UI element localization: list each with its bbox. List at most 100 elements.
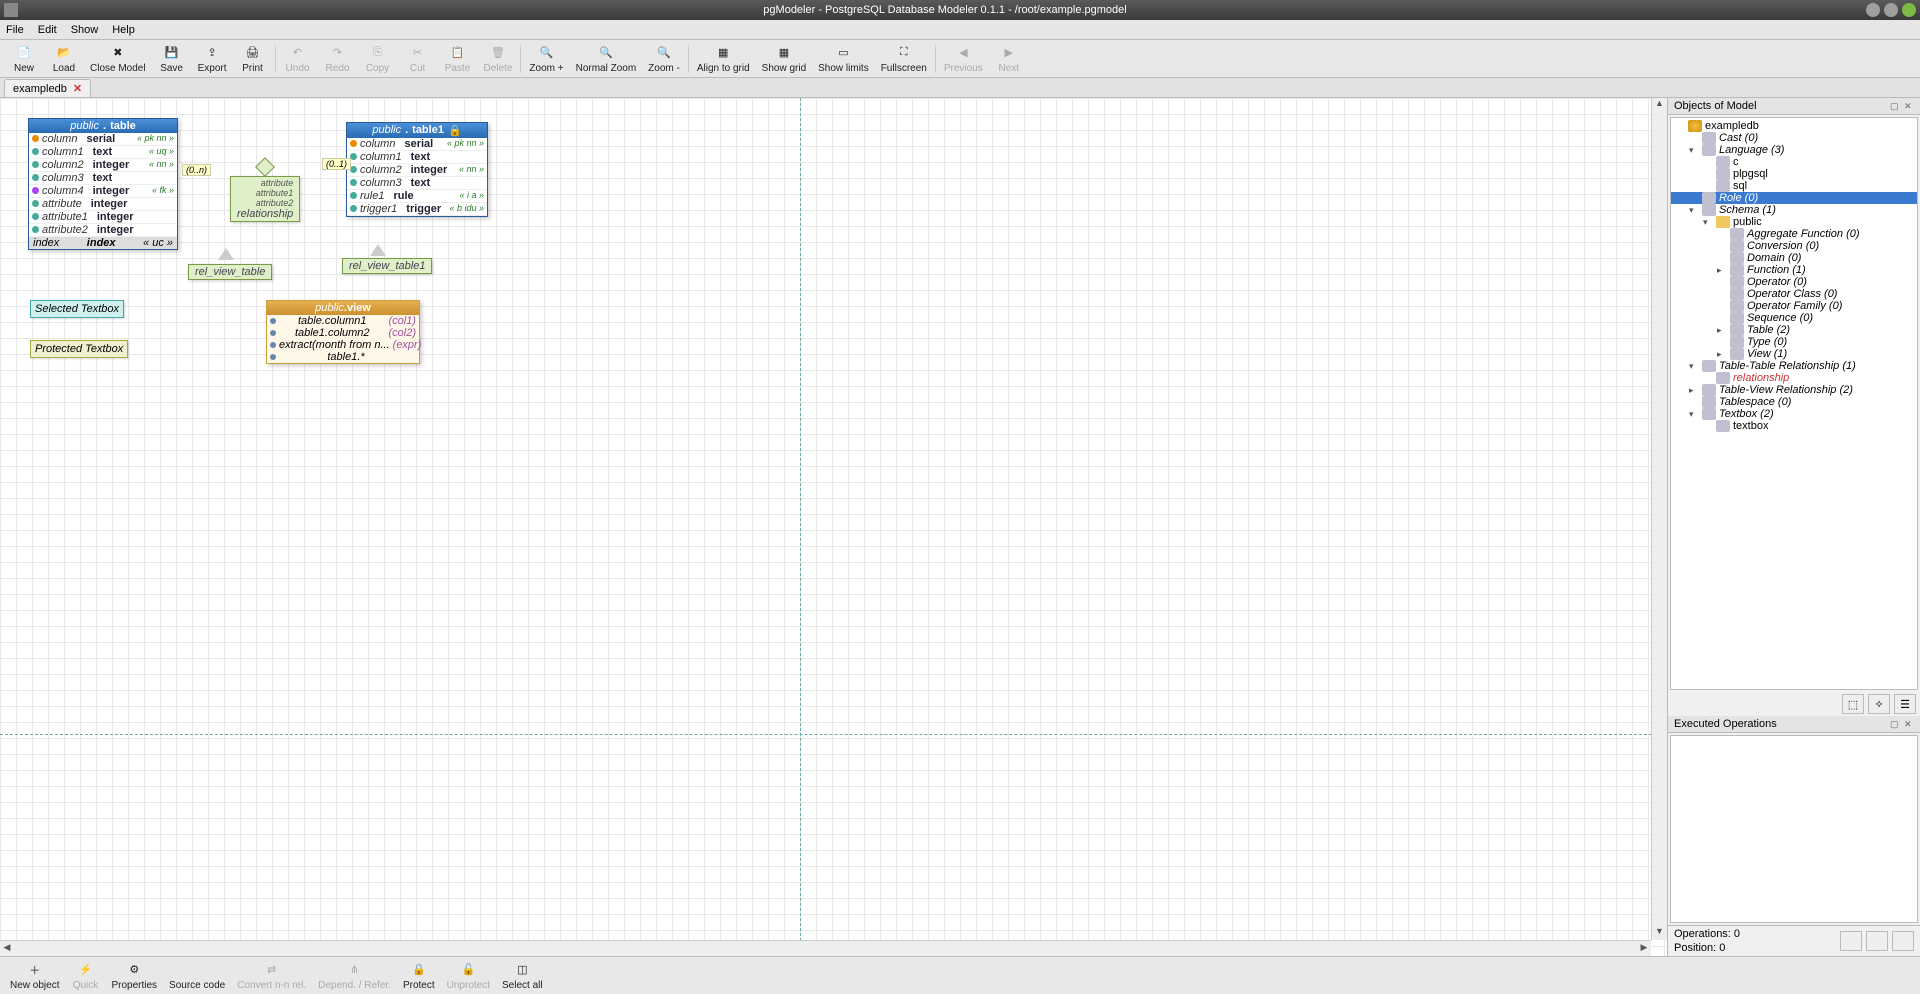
tree-expand-icon[interactable]: ▸	[1717, 265, 1727, 276]
properties-button[interactable]: ⚙Properties	[105, 959, 163, 993]
entity-view[interactable]: public.view table.column1(col1)table1.co…	[266, 300, 420, 364]
model-tab[interactable]: exampledb ✕	[4, 79, 91, 97]
print-button[interactable]: 🖨Print	[233, 42, 273, 76]
tree-item[interactable]: ▸Table-View Relationship (2)	[1671, 384, 1917, 396]
zoomout-button[interactable]: 🔍Zoom -	[642, 42, 686, 76]
canvas-scrollbar-horizontal[interactable]: ◀ ▶	[0, 940, 1651, 956]
selected-textbox[interactable]: Selected Textbox	[30, 300, 124, 318]
protect-button[interactable]: 🔒Protect	[397, 959, 441, 993]
column-row[interactable]: column2integer« nn »	[347, 164, 487, 177]
tree-item[interactable]: Aggregate Function (0)	[1671, 228, 1917, 240]
relationship-box[interactable]: attribute attribute1 attribute2 relation…	[230, 176, 300, 222]
align-button[interactable]: ▦Align to grid	[691, 42, 756, 76]
menu-show[interactable]: Show	[71, 24, 99, 36]
ops-undo-button[interactable]	[1840, 931, 1862, 951]
window-minimize-button[interactable]	[1866, 3, 1880, 17]
column-row[interactable]: column3text	[347, 177, 487, 190]
window-close-button[interactable]	[1902, 3, 1916, 17]
tree-item[interactable]: ▾Table-Table Relationship (1)	[1671, 360, 1917, 372]
objects-tree[interactable]: exampledbCast (0)▾Language (3)cplpgsqlsq…	[1670, 117, 1918, 690]
tree-expand-icon[interactable]: ▸	[1717, 349, 1727, 360]
column-row[interactable]: attribute1integer	[29, 211, 177, 224]
export-button[interactable]: ⇪Export	[192, 42, 233, 76]
tree-item[interactable]: ▾Schema (1)	[1671, 204, 1917, 216]
rel-view-table-label[interactable]: rel_view_table	[188, 264, 272, 280]
tree-item[interactable]: Role (0)	[1671, 192, 1917, 204]
newobj-button[interactable]: ＋New object	[4, 959, 65, 993]
view-row[interactable]: extract(month from n...(expr)	[267, 339, 419, 351]
pane-close-icon[interactable]: ✕	[1904, 719, 1914, 729]
window-maximize-button[interactable]	[1884, 3, 1898, 17]
tree-item[interactable]: Sequence (0)	[1671, 312, 1917, 324]
tree-item[interactable]: relationship	[1671, 372, 1917, 384]
pane-minimize-icon[interactable]: ▢	[1890, 719, 1900, 729]
column-row[interactable]: column1text« uq »	[29, 146, 177, 159]
canvas-area[interactable]: public.table columnserial« pk nn »column…	[0, 98, 1668, 956]
tree-item[interactable]: Conversion (0)	[1671, 240, 1917, 252]
canvas-scrollbar-vertical[interactable]: ▲ ▼	[1651, 98, 1667, 940]
column-row[interactable]: column2integer« nn »	[29, 159, 177, 172]
pane-minimize-icon[interactable]: ▢	[1890, 101, 1900, 111]
entity-table[interactable]: public.table columnserial« pk nn »column…	[28, 118, 178, 250]
tree-expand-icon[interactable]: ▾	[1703, 217, 1713, 228]
zoomin-button[interactable]: 🔍Zoom +	[523, 42, 569, 76]
menu-edit[interactable]: Edit	[38, 24, 57, 36]
tree-expand-icon[interactable]: ▸	[1717, 325, 1727, 336]
tree-expand-icon[interactable]: ▾	[1689, 145, 1699, 156]
tree-expand-icon[interactable]: ▸	[1689, 385, 1699, 396]
column-row[interactable]: rule1rule« i a »	[347, 190, 487, 203]
protected-textbox[interactable]: Protected Textbox	[30, 340, 128, 358]
tab-close-icon[interactable]: ✕	[73, 82, 82, 95]
showgrid-button[interactable]: ▦Show grid	[756, 42, 812, 76]
menu-file[interactable]: File	[6, 24, 24, 36]
normalzoom-button[interactable]: 🔍Normal Zoom	[570, 42, 643, 76]
tree-expand-icon[interactable]: ▾	[1689, 361, 1699, 372]
column-row[interactable]: column4integer« fk »	[29, 185, 177, 198]
source-button[interactable]: Source code	[163, 959, 231, 993]
pane-close-icon[interactable]: ✕	[1904, 101, 1914, 111]
column-row[interactable]: trigger1trigger« b idu »	[347, 203, 487, 216]
tree-item[interactable]: sql	[1671, 180, 1917, 192]
tree-list-button[interactable]: ☰	[1894, 694, 1916, 714]
tree-collapse-button[interactable]: ✧	[1868, 694, 1890, 714]
tree-item[interactable]: Operator Family (0)	[1671, 300, 1917, 312]
tree-item[interactable]: ▾public	[1671, 216, 1917, 228]
close-button[interactable]: ✖Close Model	[84, 42, 152, 76]
tree-item[interactable]: exampledb	[1671, 120, 1917, 132]
tree-item[interactable]: Tablespace (0)	[1671, 396, 1917, 408]
scroll-up-icon[interactable]: ▲	[1653, 98, 1667, 112]
new-button[interactable]: 📄New	[4, 42, 44, 76]
scroll-down-icon[interactable]: ▼	[1653, 926, 1667, 940]
rel-view-table1-label[interactable]: rel_view_table1	[342, 258, 432, 274]
fullscreen-button[interactable]: ⛶Fullscreen	[875, 42, 933, 76]
column-row[interactable]: column3text	[29, 172, 177, 185]
tree-item[interactable]: plpgsql	[1671, 168, 1917, 180]
tree-item[interactable]: textbox	[1671, 420, 1917, 432]
view-row[interactable]: table1.*	[267, 351, 419, 363]
view-row[interactable]: table1.column2(col2)	[267, 327, 419, 339]
scroll-left-icon[interactable]: ◀	[0, 942, 14, 956]
load-button[interactable]: 📂Load	[44, 42, 84, 76]
tree-item[interactable]: ▸Table (2)	[1671, 324, 1917, 336]
tree-item[interactable]: c	[1671, 156, 1917, 168]
tree-expand-button[interactable]: ⬚	[1842, 694, 1864, 714]
view-row[interactable]: table.column1(col1)	[267, 315, 419, 327]
ops-redo-button[interactable]	[1866, 931, 1888, 951]
ops-clear-button[interactable]	[1892, 931, 1914, 951]
column-row[interactable]: columnserial« pk nn »	[29, 133, 177, 146]
column-row[interactable]: attributeinteger	[29, 198, 177, 211]
save-button[interactable]: 💾Save	[152, 42, 192, 76]
tree-item[interactable]: ▸Function (1)	[1671, 264, 1917, 276]
tree-item[interactable]: Operator (0)	[1671, 276, 1917, 288]
tree-expand-icon[interactable]: ▾	[1689, 205, 1699, 216]
tree-item[interactable]: ▾Textbox (2)	[1671, 408, 1917, 420]
tree-item[interactable]: ▸View (1)	[1671, 348, 1917, 360]
menu-help[interactable]: Help	[112, 24, 135, 36]
selectall-button[interactable]: ◫Select all	[496, 959, 549, 993]
column-row[interactable]: columnserial« pk nn »	[347, 138, 487, 151]
tree-item[interactable]: Operator Class (0)	[1671, 288, 1917, 300]
column-row[interactable]: column1text	[347, 151, 487, 164]
column-row[interactable]: attribute2integer	[29, 224, 177, 237]
showlimits-button[interactable]: ▭Show limits	[812, 42, 875, 76]
tree-item[interactable]: Type (0)	[1671, 336, 1917, 348]
